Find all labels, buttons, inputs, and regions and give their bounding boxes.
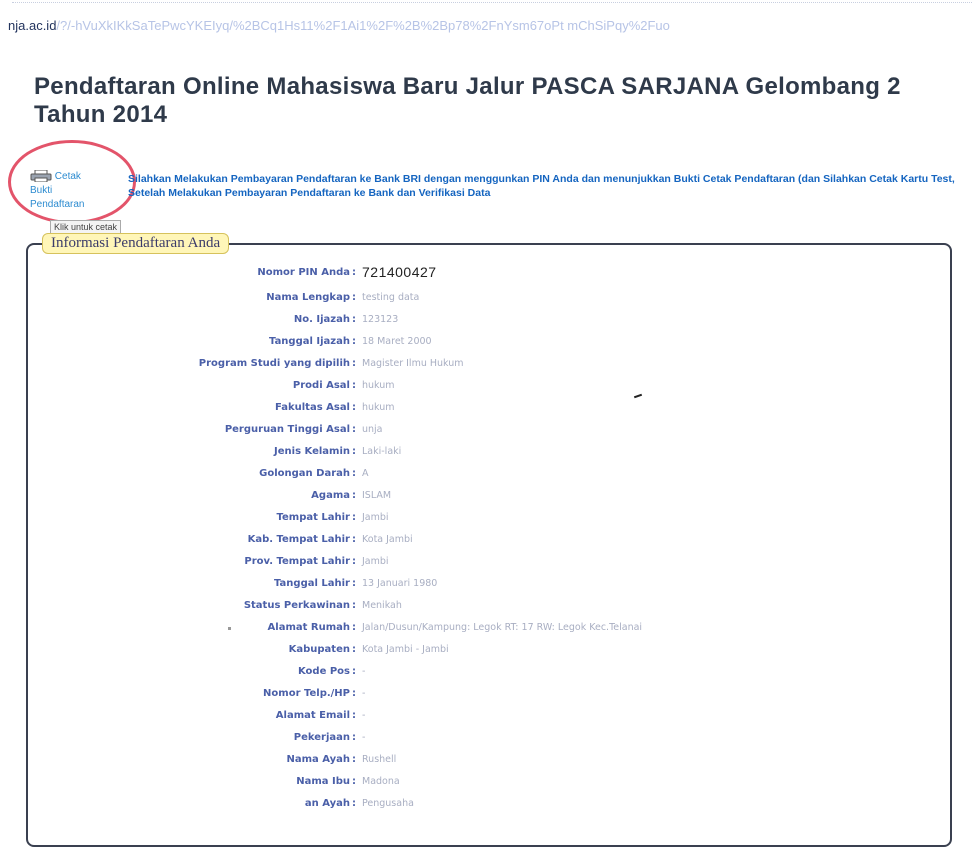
print-tooltip: Klik untuk cetak — [50, 220, 122, 234]
field-label: Nama Ayah — [286, 753, 350, 765]
field-row: Tempat Lahir: Jambi — [30, 506, 930, 528]
field-label: Alamat Rumah — [267, 621, 350, 633]
field-value: Magister Ilmu Hukum — [362, 357, 464, 369]
field-value: Jambi — [362, 555, 389, 567]
field-label: Agama — [311, 489, 350, 501]
field-row: Program Studi yang dipilih: Magister Ilmu… — [30, 352, 930, 374]
field-label: Nama Lengkap — [266, 291, 350, 303]
field-row: an Ayah: Pengusaha — [30, 792, 930, 814]
field-value: ISLAM — [362, 489, 392, 501]
field-value: Kota Jambi - Jambi — [362, 643, 449, 655]
field-row: Golongan Darah: A — [30, 462, 930, 484]
field-label: Prodi Asal — [292, 379, 350, 391]
field-value: Pengusaha — [362, 797, 414, 809]
field-row: Prov. Tempat Lahir: Jambi — [30, 550, 930, 572]
field-value: - — [362, 687, 366, 699]
field-value: testing data — [362, 291, 420, 303]
field-row: Alamat Email: - — [30, 704, 930, 726]
field-label: Kode Pos — [297, 665, 350, 677]
field-row: Nama Ayah: Rushell — [30, 748, 930, 770]
page-title: Pendaftaran Online Mahasiswa Baru Jalur … — [34, 73, 901, 128]
field-value: - — [362, 731, 366, 743]
field-label: Fakultas Asal — [274, 401, 350, 413]
field-label: Tempat Lahir — [276, 511, 350, 523]
print-link-label-1: Cetak — [54, 171, 81, 182]
payment-notice: Silahkan Melakukan Pembayaran Pendaftara… — [128, 173, 955, 199]
field-label: Nama Ibu — [296, 775, 350, 787]
print-link-label-3: Pendaftaran — [30, 199, 85, 210]
field-row: Nama Lengkap: testing data — [30, 286, 930, 308]
field-value: unja — [362, 423, 383, 435]
field-label: No. Ijazah — [293, 313, 350, 325]
url-path: /?/-hVuXkIKkSaTePwcYKEIyq/%2BCq1Hs11%2F1… — [56, 18, 670, 33]
field-value: Jalan/Dusun/Kampung: Legok RT: 17 RW: Le… — [362, 621, 643, 633]
field-row: Kabupaten: Kota Jambi - Jambi — [30, 638, 930, 660]
field-value: 123123 — [362, 313, 399, 325]
field-value: Kota Jambi — [362, 533, 413, 545]
field-label: Perguruan Tinggi Asal — [224, 423, 350, 435]
field-value: hukum — [362, 401, 395, 413]
field-value: - — [362, 665, 366, 677]
field-value: A — [362, 467, 369, 479]
field-row: Perguruan Tinggi Asal: unja — [30, 418, 930, 440]
field-value: Laki-laki — [362, 445, 402, 457]
field-value: 721400427 — [362, 264, 437, 280]
field-row: Prodi Asal: hukum — [30, 374, 930, 396]
list-bullet — [228, 627, 231, 630]
field-row: No. Ijazah:123123 — [30, 308, 930, 330]
field-label: Nomor PIN Anda — [257, 266, 350, 278]
field-value: 18 Maret 2000 — [362, 335, 432, 347]
field-value: Rushell — [362, 753, 397, 765]
field-label: Jenis Kelamin — [274, 445, 350, 457]
info-field-list: Nomor PIN Anda: 721400427 Nama Lengkap: t… — [30, 258, 930, 814]
panel-legend: Informasi Pendaftaran Anda — [42, 233, 230, 254]
field-row: Fakultas Asal: hukum — [30, 396, 930, 418]
field-row: Tanggal Ijazah:18 Maret 2000 — [30, 330, 930, 352]
field-value: hukum — [362, 379, 395, 391]
print-proof-link[interactable]: Cetak Bukti Pendaftaran — [30, 169, 88, 212]
top-divider — [12, 2, 972, 4]
field-value: - — [362, 709, 366, 721]
url-host: nja.ac.id — [8, 18, 57, 33]
field-label: Alamat Email — [275, 709, 350, 721]
field-row: Nomor Telp./HP: - — [30, 682, 930, 704]
field-label: Tanggal Lahir — [274, 577, 350, 589]
field-row: Status Perkawinan: Menikah — [30, 594, 930, 616]
print-link-label-2: Bukti — [30, 185, 53, 196]
field-row: Pekerjaan: - — [30, 726, 930, 748]
printer-icon — [30, 169, 52, 183]
field-row: Alamat Rumah: Jalan/Dusun/Kampung: Legok … — [30, 616, 930, 638]
field-label: Status Perkawinan — [243, 599, 350, 611]
field-value: Menikah — [362, 599, 402, 611]
field-row: Jenis Kelamin: Laki-laki — [30, 440, 930, 462]
field-row: Agama: ISLAM — [30, 484, 930, 506]
field-label: Program Studi yang dipilih — [198, 357, 350, 369]
field-value: 13 Januari 1980 — [362, 577, 438, 589]
field-label: Kabupaten — [288, 643, 350, 655]
field-label: Kab. Tempat Lahir — [247, 533, 350, 545]
address-bar-url[interactable]: nja.ac.id/?/-hVuXkIKkSaTePwcYKEIyq/%2BCq… — [8, 18, 670, 33]
field-label: Nomor Telp./HP — [263, 687, 350, 699]
field-label: an Ayah — [304, 797, 350, 809]
field-label: Golongan Darah — [259, 467, 350, 479]
field-label: Prov. Tempat Lahir — [244, 555, 350, 567]
field-value: Jambi — [362, 511, 389, 523]
field-label: Tanggal Ijazah — [269, 335, 350, 347]
field-row-pin: Nomor PIN Anda: 721400427 — [30, 258, 930, 286]
field-label: Pekerjaan — [293, 731, 350, 743]
field-row: Nama Ibu: Madona — [30, 770, 930, 792]
field-row: Kab. Tempat Lahir: Kota Jambi — [30, 528, 930, 550]
field-row: Tanggal Lahir:13 Januari 1980 — [30, 572, 930, 594]
field-row: Kode Pos: - — [30, 660, 930, 682]
field-value: Madona — [362, 775, 400, 787]
